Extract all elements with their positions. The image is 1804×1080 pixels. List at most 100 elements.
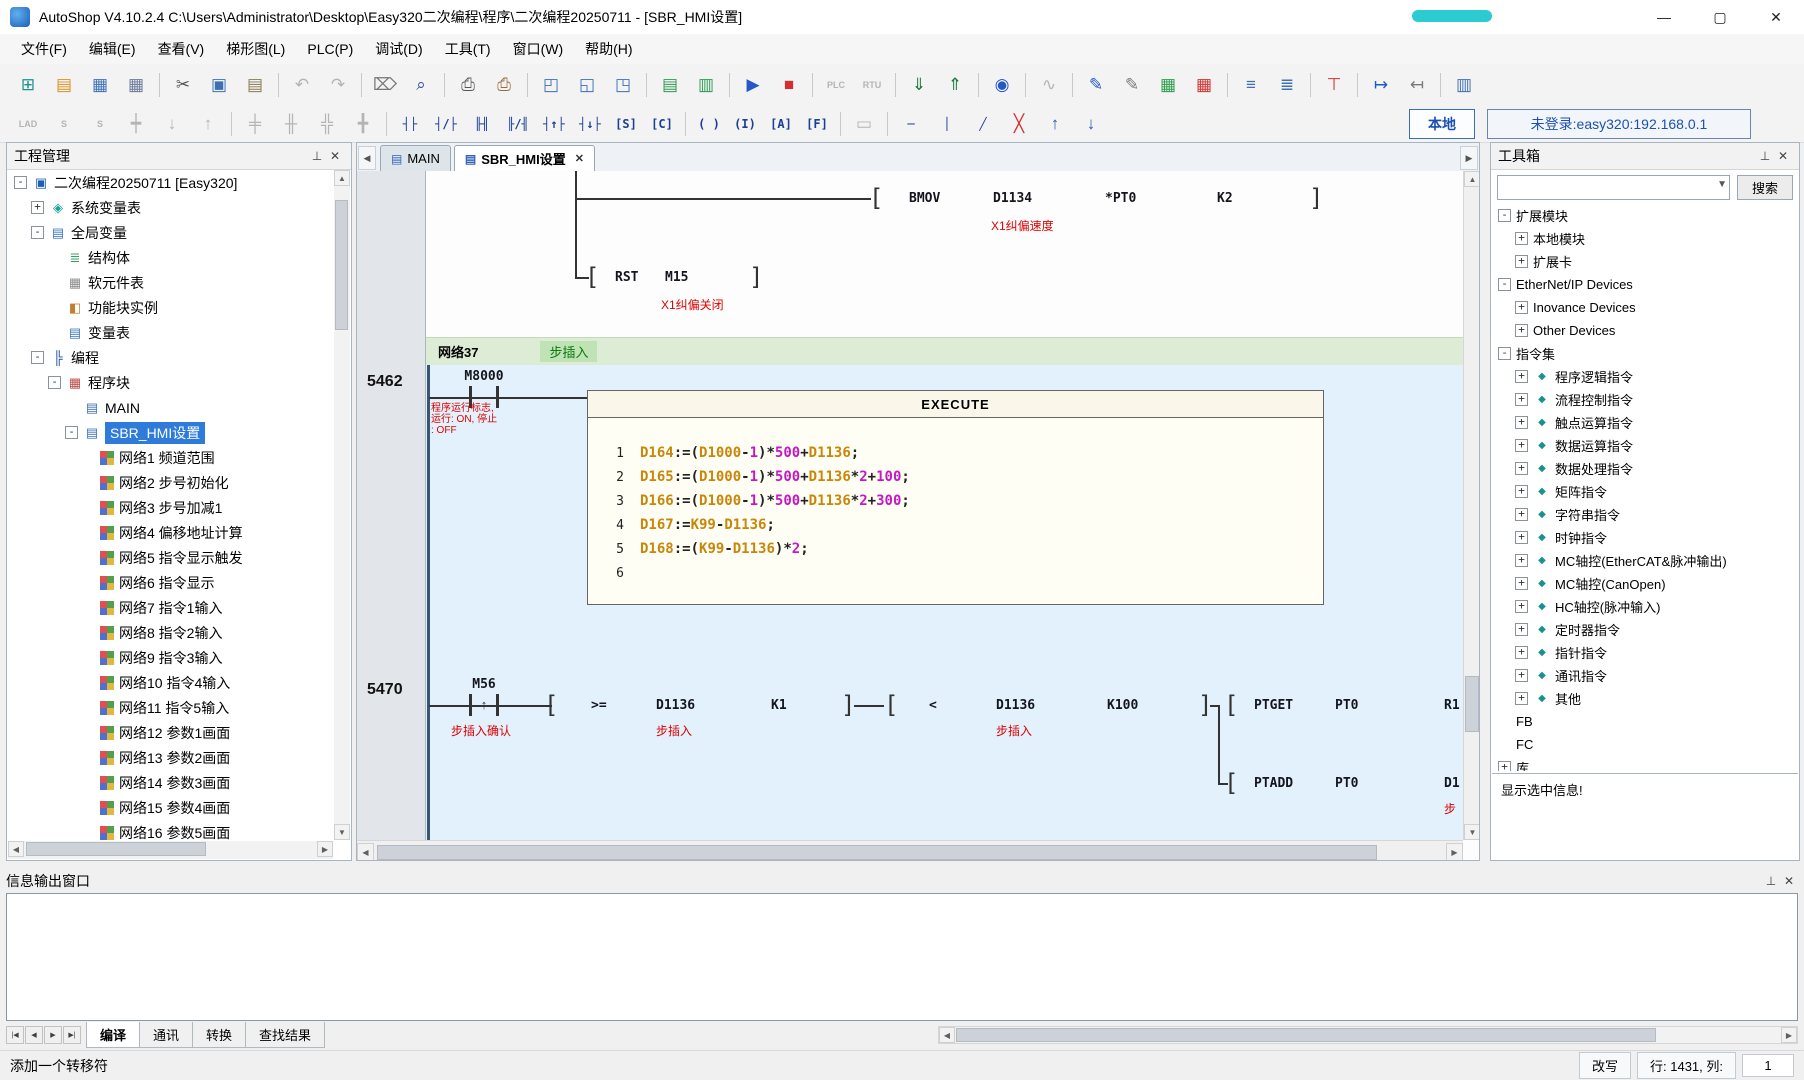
collapse-icon[interactable]: - [14,176,27,189]
scroll-right-icon[interactable]: ▶ [1446,843,1463,860]
tree-item[interactable]: 网络4 偏移地址计算 [8,520,333,545]
pin-icon[interactable]: ⊥ [1756,147,1774,165]
scroll-down-icon[interactable]: ▼ [334,824,350,840]
save-all-icon[interactable]: ▦ [120,71,152,99]
tree-item[interactable]: FC [1492,733,1797,756]
expand-icon[interactable]: + [1515,393,1528,406]
scrollbar-thumb[interactable] [26,842,206,856]
tree-item[interactable]: +Other Devices [1492,319,1797,342]
cut-icon[interactable]: ✂ [167,71,199,99]
tree-item[interactable]: FB [1492,710,1797,733]
window-tile-vertical-icon[interactable]: ◳ [607,71,639,99]
scroll-down-icon[interactable]: ▼ [1464,824,1479,840]
write-monitor-icon[interactable]: ✎ [1116,71,1148,99]
tree-item[interactable]: 网络2 步号初始化 [8,470,333,495]
output-nav-icon[interactable]: ▶ [44,1026,62,1044]
collapse-icon[interactable]: - [1498,278,1511,291]
inverted-coil-icon[interactable]: (I) [729,110,761,138]
paste-icon[interactable]: ▤ [239,71,271,99]
st-code-line[interactable]: 4D167:=K99-D1136; [588,513,1323,537]
tree-item[interactable]: +◆指针指令 [1492,641,1797,664]
instruction-opcode[interactable]: PTADD [1254,776,1293,791]
editor-vscrollbar[interactable]: ▲ ▼ [1463,171,1479,840]
contact-parallel-closed-icon[interactable]: ╟/╢ [502,110,534,138]
tree-item[interactable]: 网络13 参数2画面 [8,745,333,770]
search-input[interactable]: ▼ [1497,175,1730,200]
scroll-up-icon[interactable]: ▲ [334,170,350,186]
function-instruction-icon[interactable]: [F] [801,110,833,138]
chevron-down-icon[interactable]: ▼ [1717,179,1727,190]
project-tree-vscrollbar[interactable]: ▲ ▼ [334,170,350,840]
output-message-area[interactable] [6,893,1798,1021]
operand[interactable]: D1136 [996,698,1035,713]
tree-item[interactable]: +◆其他 [1492,687,1797,710]
tab-scroll-right-icon[interactable]: ▶ [1460,146,1478,170]
compare-operator[interactable]: < [929,698,937,713]
tree-item[interactable]: +◆程序逻辑指令 [1492,365,1797,388]
tree-item[interactable]: 网络12 参数1画面 [8,720,333,745]
operand[interactable]: K100 [1107,698,1138,713]
delete-horizontal-line-icon[interactable]: ╱ [967,110,999,138]
expand-icon[interactable]: + [1515,577,1528,590]
tree-item[interactable]: -▤SBR_HMI设置 [8,420,333,445]
tree-item[interactable]: +Inovance Devices [1492,296,1797,319]
download-program-icon[interactable]: ⇓ [903,71,935,99]
menu-item[interactable]: 工具(T) [434,35,502,63]
collapse-icon[interactable]: - [1498,209,1511,222]
window-tile-horizontal-icon[interactable]: ◱ [571,71,603,99]
stop-program-icon[interactable]: ■ [773,71,805,99]
output-tab[interactable]: 查找结果 [245,1022,325,1048]
expand-icon[interactable]: + [1515,600,1528,613]
tree-item[interactable]: +◆流程控制指令 [1492,388,1797,411]
instruction-opcode[interactable]: RST [615,270,638,285]
scroll-left-icon[interactable]: ◀ [8,841,24,857]
menu-item[interactable]: PLC(P) [296,37,364,61]
tree-item[interactable]: +◆MC轴控(EtherCAT&脉冲输出) [1492,549,1797,572]
tree-item[interactable]: +库 [1492,756,1797,771]
expand-icon[interactable]: + [1515,416,1528,429]
project-tree-hscrollbar[interactable]: ◀ ▶ [8,841,333,859]
close-button[interactable]: ✕ [1748,0,1804,34]
app-instruction-icon[interactable]: [A] [765,110,797,138]
st-code-line[interactable]: 2D165:=(D1000-1)*500+D1136*2+100; [588,465,1323,489]
expand-icon[interactable]: + [1515,301,1528,314]
collapse-icon[interactable]: - [31,226,44,239]
menu-item[interactable]: 窗口(W) [502,35,575,63]
expand-icon[interactable]: + [1515,232,1528,245]
collapse-icon[interactable]: - [48,376,61,389]
instruction-opcode[interactable]: BMOV [909,191,940,206]
expand-icon[interactable]: + [1515,692,1528,705]
operand[interactable]: R1 [1444,698,1460,713]
delete-element-icon[interactable]: ╳ [1003,110,1035,138]
expand-icon[interactable]: + [31,201,44,214]
collapse-icon[interactable]: - [65,426,78,439]
tree-item[interactable]: ≣结构体 [8,245,333,270]
expand-icon[interactable]: + [1515,485,1528,498]
scroll-right-icon[interactable]: ▶ [317,841,333,857]
tree-item[interactable]: ◧功能块实例 [8,295,333,320]
window-cascade-icon[interactable]: ◰ [535,71,567,99]
import-file-icon[interactable]: ▥ [690,71,722,99]
tree-item[interactable]: +◈系统变量表 [8,195,333,220]
expand-icon[interactable]: + [1515,646,1528,659]
tree-item[interactable]: 网络7 指令1输入 [8,595,333,620]
expand-icon[interactable]: + [1515,669,1528,682]
contact-falling-icon[interactable]: ┤↓├ [574,110,606,138]
operand[interactable]: D1 [1444,776,1460,791]
tree-item[interactable]: 网络15 参数4画面 [8,795,333,820]
tree-item[interactable]: -╠编程 [8,345,333,370]
run-program-icon[interactable]: ▶ [737,71,769,99]
expand-icon[interactable]: + [1515,370,1528,383]
expand-icon[interactable]: + [1498,761,1511,771]
step-into-icon[interactable]: ↦ [1365,71,1397,99]
editor-tab[interactable]: ▤SBR_HMI设置✕ [454,145,595,171]
online-monitor-icon[interactable]: ◉ [986,71,1018,99]
tree-item[interactable]: -▦程序块 [8,370,333,395]
print-preview-icon[interactable]: ⎙ [488,71,520,99]
print-icon[interactable]: ⎙ [452,71,484,99]
tree-item[interactable]: -指令集 [1492,342,1797,365]
step-out-icon[interactable]: ↤ [1401,71,1433,99]
output-coil-icon[interactable]: ( ) [693,110,725,138]
tree-item[interactable]: +◆通讯指令 [1492,664,1797,687]
tree-item[interactable]: +本地模块 [1492,227,1797,250]
